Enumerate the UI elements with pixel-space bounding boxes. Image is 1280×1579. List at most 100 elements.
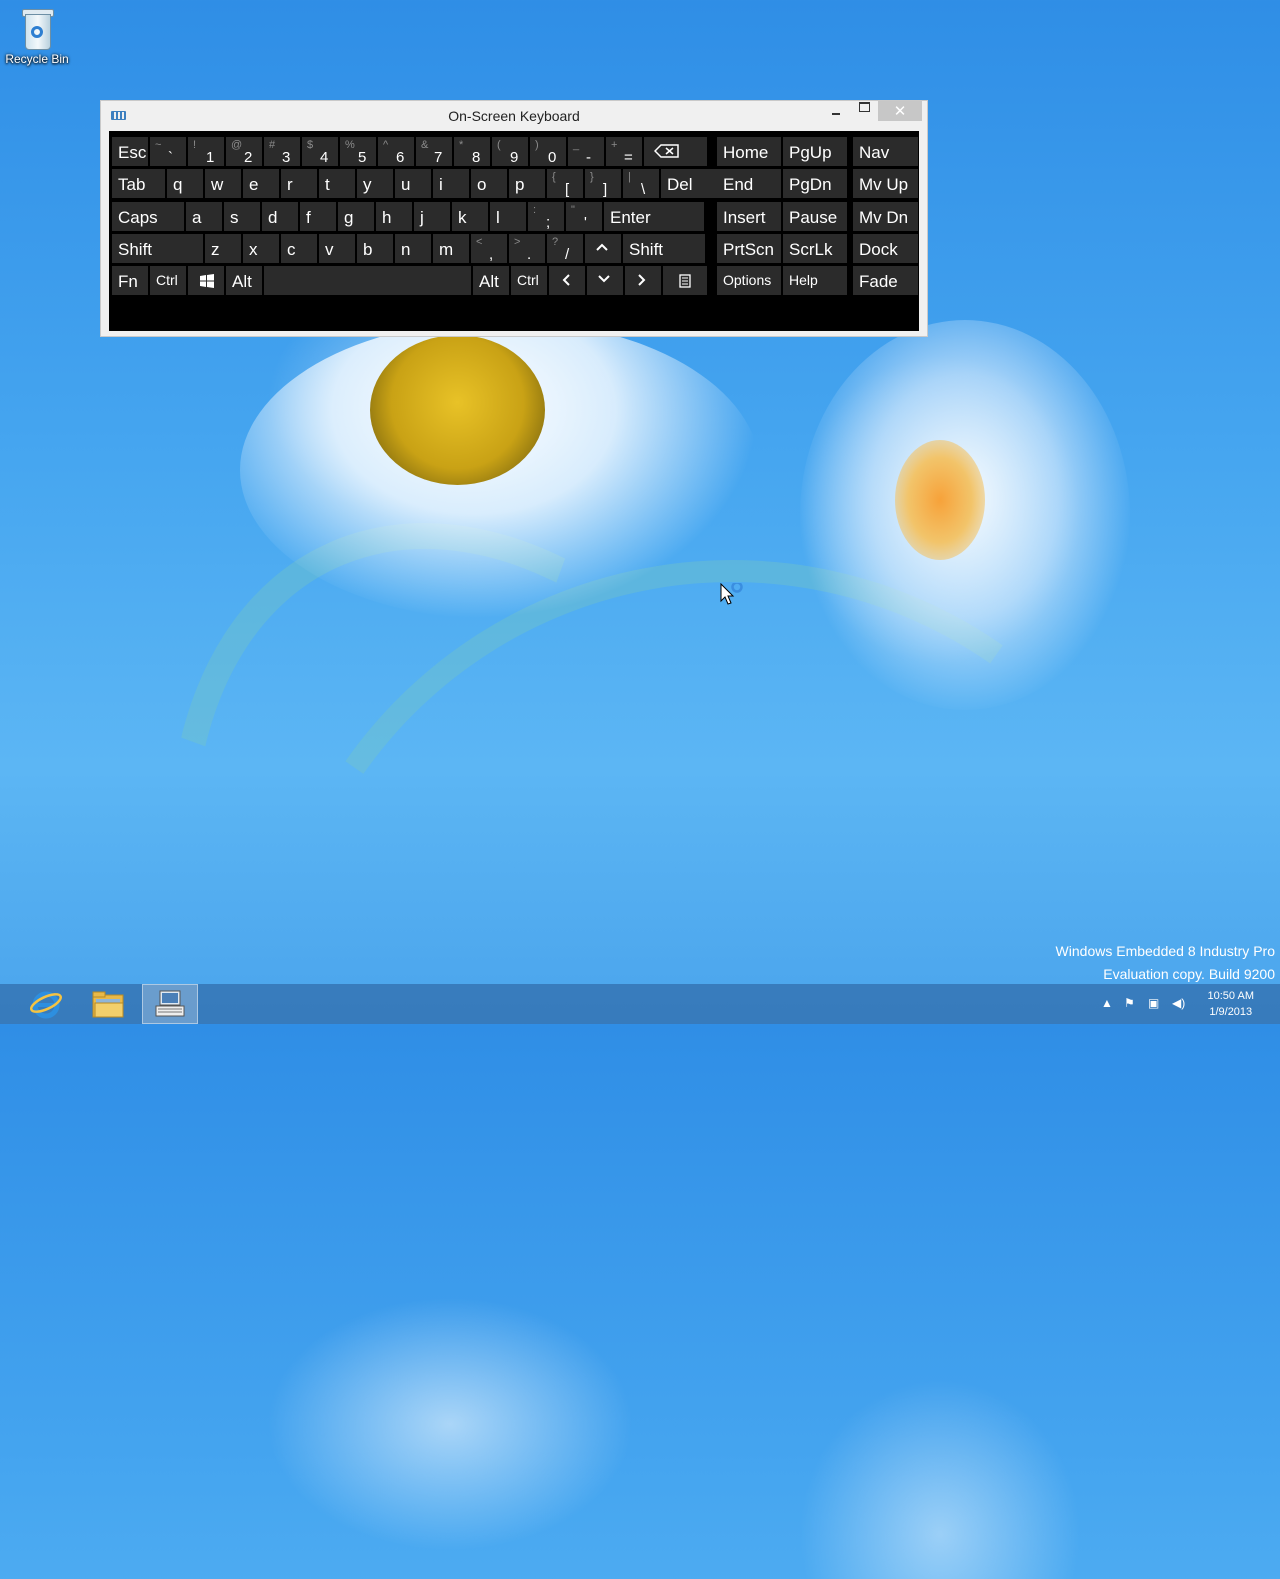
key-nav[interactable]: Nav [853, 137, 918, 166]
key-lctrl[interactable]: Ctrl [150, 266, 186, 295]
key-enter[interactable]: Enter [604, 202, 704, 231]
key-semicolon[interactable]: :; [528, 202, 564, 231]
key-z[interactable]: z [205, 234, 241, 263]
key-4[interactable]: $4 [302, 137, 338, 166]
key-scrlk[interactable]: ScrLk [783, 234, 847, 263]
clock[interactable]: 10:50 AM 1/9/2013 [1208, 988, 1254, 1020]
key-mvup[interactable]: Mv Up [853, 169, 918, 198]
key-u[interactable]: u [395, 169, 431, 198]
key-c[interactable]: c [281, 234, 317, 263]
volume-icon[interactable]: ◀) [1172, 996, 1185, 1010]
key-pause[interactable]: Pause [783, 202, 847, 231]
taskbar-internet-explorer[interactable] [18, 984, 74, 1024]
key-fn[interactable]: Fn [112, 266, 148, 295]
key-k[interactable]: k [452, 202, 488, 231]
key-leftarrow[interactable] [549, 266, 585, 295]
key-backtick[interactable]: ~ ` [150, 137, 186, 166]
key-6[interactable]: ^ 6 [378, 137, 414, 166]
key-lshift[interactable]: Shift [112, 234, 203, 263]
key-d[interactable]: d [262, 202, 298, 231]
minimize-button[interactable] [823, 101, 849, 121]
key-backspace[interactable] [644, 137, 707, 166]
key-5[interactable]: % 5 [340, 137, 376, 166]
key-q[interactable]: q [167, 169, 203, 198]
key-esc[interactable]: Esc [112, 137, 148, 166]
key-m[interactable]: m [433, 234, 469, 263]
key-p[interactable]: p [509, 169, 545, 198]
key-n[interactable]: n [395, 234, 431, 263]
key-label: Esc [118, 143, 147, 162]
key-x[interactable]: x [243, 234, 279, 263]
key-end[interactable]: End [717, 169, 781, 198]
key-uparrow[interactable] [585, 234, 621, 263]
key-j[interactable]: j [414, 202, 450, 231]
key-l[interactable]: l [490, 202, 526, 231]
key-9[interactable]: (9 [492, 137, 528, 166]
key-h[interactable]: h [376, 202, 412, 231]
taskbar-on-screen-keyboard[interactable] [142, 984, 198, 1024]
title-bar[interactable]: On-Screen Keyboard ✕ [101, 101, 927, 131]
key-backslash[interactable]: | \ [623, 169, 659, 198]
action-center-flag-icon[interactable]: ⚑ [1124, 996, 1135, 1010]
key-lalt[interactable]: Alt [226, 266, 262, 295]
key-r[interactable]: r [281, 169, 317, 198]
key-ralt[interactable]: Alt [473, 266, 509, 295]
network-icon[interactable]: ▣ [1148, 996, 1159, 1010]
key-y[interactable]: y [357, 169, 393, 198]
key-v[interactable]: v [319, 234, 355, 263]
close-button[interactable]: ✕ [878, 101, 922, 121]
key-win[interactable] [188, 266, 224, 295]
key-home[interactable]: Home [717, 137, 781, 166]
key-label: h [382, 208, 392, 227]
key-del[interactable]: Del [661, 169, 724, 198]
key-period[interactable]: >. [509, 234, 545, 263]
key-7[interactable]: & 7 [416, 137, 452, 166]
key-i[interactable]: i [433, 169, 469, 198]
key-2[interactable]: @2 [226, 137, 262, 166]
key-1[interactable]: ! 1 [188, 137, 224, 166]
key-rbracket[interactable]: }] [585, 169, 621, 198]
key-g[interactable]: g [338, 202, 374, 231]
key-menu[interactable] [663, 266, 707, 295]
key-label: 2 [244, 149, 253, 166]
key-caps[interactable]: Caps [112, 202, 184, 231]
key-t[interactable]: t [319, 169, 355, 198]
key-b[interactable]: b [357, 234, 393, 263]
key-8[interactable]: * 8 [454, 137, 490, 166]
key-comma[interactable]: <, [471, 234, 507, 263]
key-minus[interactable]: _ - [568, 137, 604, 166]
show-hidden-icons-icon[interactable]: ▲ [1101, 996, 1113, 1010]
key-help[interactable]: Help [783, 266, 847, 295]
key-fade[interactable]: Fade [853, 266, 918, 295]
key-insert[interactable]: Insert [717, 202, 781, 231]
key-w[interactable]: w [205, 169, 241, 198]
key-s[interactable]: s [224, 202, 260, 231]
key-tab[interactable]: Tab [112, 169, 165, 198]
key-3[interactable]: #3 [264, 137, 300, 166]
key-label: . [527, 246, 532, 263]
taskbar-file-explorer[interactable] [80, 984, 136, 1024]
key-mvdn[interactable]: Mv Dn [853, 202, 918, 231]
key-options[interactable]: Options [717, 266, 781, 295]
key-rightarrow[interactable] [625, 266, 661, 295]
key-a[interactable]: a [186, 202, 222, 231]
key-prtscn[interactable]: PrtScn [717, 234, 781, 263]
key-o[interactable]: o [471, 169, 507, 198]
key-label: Alt [479, 272, 499, 291]
key-f[interactable]: f [300, 202, 336, 231]
key-rshift[interactable]: Shift [623, 234, 705, 263]
maximize-button[interactable] [851, 101, 877, 121]
key-equals[interactable]: + = [606, 137, 642, 166]
key-pgdn[interactable]: PgDn [783, 169, 847, 198]
key-downarrow[interactable] [587, 266, 623, 295]
key-rctrl[interactable]: Ctrl [511, 266, 547, 295]
key-e[interactable]: e [243, 169, 279, 198]
key-slash[interactable]: ? / [547, 234, 583, 263]
key-space[interactable] [264, 266, 471, 295]
desktop-icon-recycle-bin[interactable]: Recycle Bin [4, 6, 70, 66]
key-lbracket[interactable]: {[ [547, 169, 583, 198]
key-pgup[interactable]: PgUp [783, 137, 847, 166]
key-quote[interactable]: " ' [566, 202, 602, 231]
key-dock[interactable]: Dock [853, 234, 918, 263]
key-0[interactable]: ) 0 [530, 137, 566, 166]
